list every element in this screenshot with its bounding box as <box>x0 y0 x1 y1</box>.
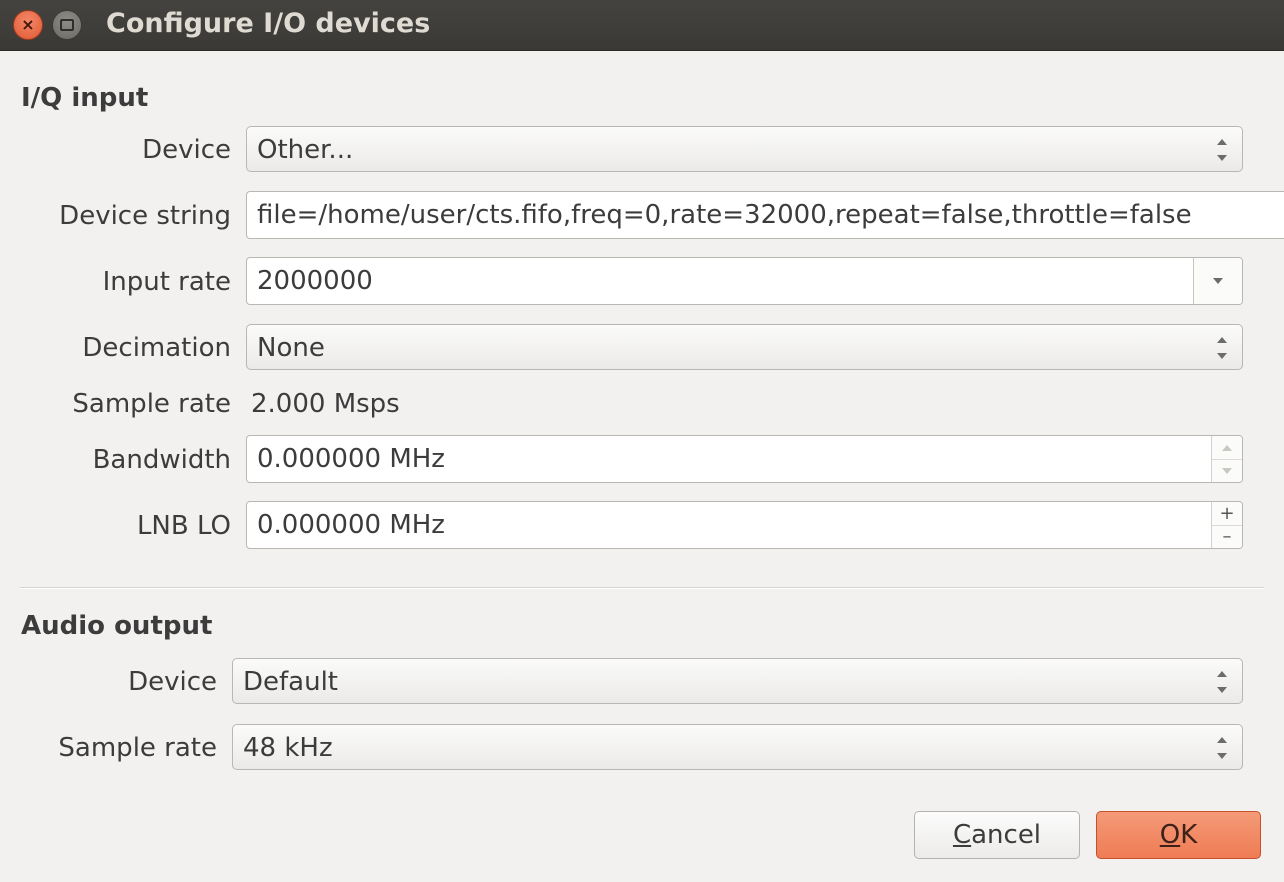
bandwidth-increment-button[interactable] <box>1212 436 1242 460</box>
audio-device-select[interactable]: Default <box>232 658 1243 704</box>
device-string-input[interactable]: file=/home/user/cts.fifo,freq=0,rate=320… <box>246 191 1284 239</box>
ok-button[interactable]: OK <box>1096 811 1261 859</box>
cancel-mnemonic: C <box>952 820 972 850</box>
cancel-button[interactable]: Cancel <box>914 811 1080 859</box>
section-separator <box>20 587 1264 589</box>
bandwidth-value: 0.000000 MHz <box>257 444 445 474</box>
minus-icon: – <box>1222 525 1232 547</box>
bandwidth-spinbox[interactable]: 0.000000 MHz <box>246 435 1243 483</box>
bandwidth-spin-buttons <box>1211 436 1242 482</box>
bandwidth-label: Bandwidth <box>92 445 231 475</box>
lnb-lo-increment-button[interactable]: + <box>1212 502 1242 526</box>
input-rate-value: 2000000 <box>257 266 373 296</box>
input-rate-label: Input rate <box>102 267 231 297</box>
window-title: Configure I/O devices <box>106 8 431 39</box>
audio-device-value: Default <box>243 667 338 697</box>
input-rate-combo[interactable]: 2000000 <box>246 257 1243 305</box>
chevron-down-icon <box>1213 278 1223 284</box>
close-icon: × <box>21 15 35 34</box>
decimation-select[interactable]: None <box>246 324 1243 370</box>
lnb-lo-spinbox[interactable]: 0.000000 MHz + – <box>246 501 1243 549</box>
audio-sample-rate-select[interactable]: 48 kHz <box>232 724 1243 770</box>
updown-arrows-icon <box>1216 737 1228 759</box>
iq-device-value: Other... <box>257 135 354 165</box>
audio-output-section-title: Audio output <box>21 611 213 641</box>
iq-device-select[interactable]: Other... <box>246 126 1243 172</box>
plus-icon: + <box>1219 502 1235 524</box>
lnb-lo-value: 0.000000 MHz <box>257 510 445 540</box>
maximize-icon <box>60 19 74 31</box>
updown-arrows-icon <box>1216 139 1228 161</box>
iq-device-label: Device <box>142 135 231 165</box>
title-bar: × Configure I/O devices <box>0 0 1284 51</box>
bandwidth-decrement-button[interactable] <box>1212 459 1242 482</box>
sample-rate-label: Sample rate <box>72 389 231 419</box>
lnb-lo-spin-buttons: + – <box>1211 502 1242 548</box>
close-window-button[interactable]: × <box>13 10 43 40</box>
updown-arrows-icon <box>1216 337 1228 359</box>
sample-rate-value: 2.000 Msps <box>251 389 400 419</box>
audio-device-label: Device <box>128 667 217 697</box>
input-rate-dropdown-button[interactable] <box>1193 258 1242 304</box>
decimation-value: None <box>257 333 325 363</box>
device-string-value: file=/home/user/cts.fifo,freq=0,rate=320… <box>257 200 1192 230</box>
decimation-label: Decimation <box>82 333 231 363</box>
iq-input-section-title: I/Q input <box>21 83 149 113</box>
lnb-lo-label: LNB LO <box>136 511 231 541</box>
ok-label: K <box>1180 820 1198 850</box>
cancel-label: ancel <box>971 820 1042 850</box>
ok-mnemonic: O <box>1159 820 1181 850</box>
lnb-lo-decrement-button[interactable]: – <box>1212 525 1242 548</box>
audio-sample-rate-label: Sample rate <box>58 733 217 763</box>
audio-sample-rate-value: 48 kHz <box>243 733 333 763</box>
maximize-window-button[interactable] <box>52 10 82 40</box>
device-string-label: Device string <box>59 201 231 231</box>
updown-arrows-icon <box>1216 671 1228 693</box>
